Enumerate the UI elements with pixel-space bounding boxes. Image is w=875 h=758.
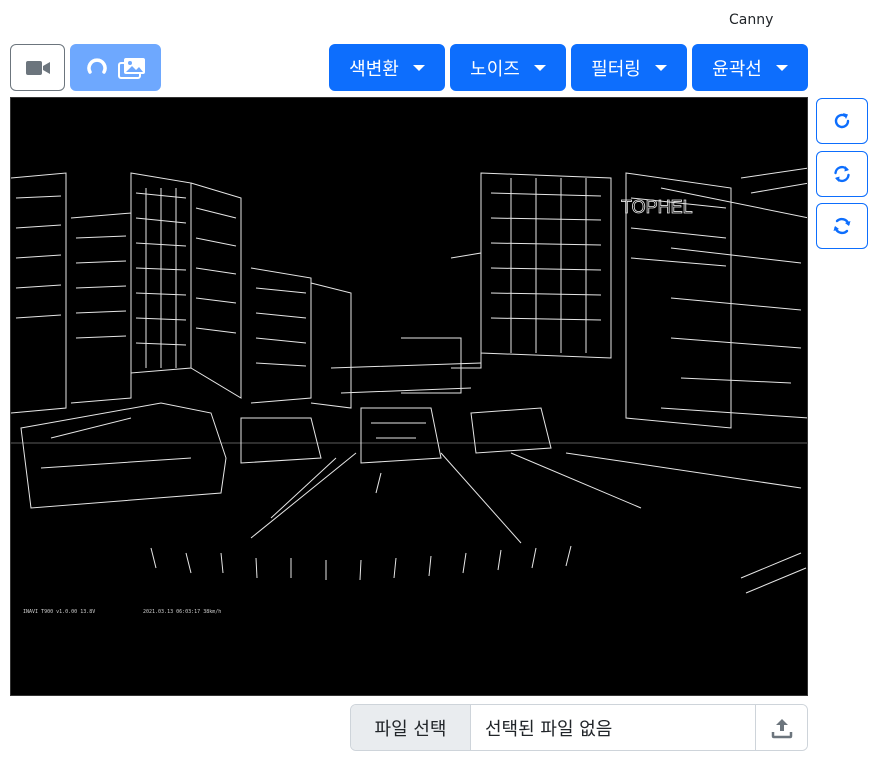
building-sign-text: TOPHEL [621,197,693,217]
contour-dropdown[interactable]: 윤곽선 [692,44,808,91]
file-status-text: 선택된 파일 없음 [485,718,613,740]
image-viewer: INAVI T900 v1.0.00 13.8V 2021.03.13 06:0… [10,97,808,696]
noise-dropdown[interactable]: 노이즈 [450,44,566,91]
arrow-repeat-icon [833,217,851,235]
sync-button[interactable] [816,151,868,197]
filtering-dropdown[interactable]: 필터링 [571,44,687,91]
osd-mid-text: 2021.03.13 06:03:17 38km/h [143,609,221,615]
color-convert-dropdown[interactable]: 색변환 [329,44,445,91]
rotate-button[interactable] [816,98,868,144]
choose-file-button[interactable]: 파일 선택 [351,705,471,750]
file-input-group[interactable]: 파일 선택 선택된 파일 없음 [350,704,808,751]
camera-button[interactable] [10,44,65,91]
edge-image: INAVI T900 v1.0.00 13.8V 2021.03.13 06:0… [11,167,807,615]
sync-icon [834,165,850,183]
dropdown-label: 윤곽선 [712,58,762,80]
dropdown-label: 필터링 [591,58,641,80]
caret-down-icon [412,64,425,71]
dropdown-label: 노이즈 [470,58,520,80]
video-camera-icon [25,60,50,75]
upload-button[interactable] [755,705,807,750]
caret-down-icon [654,64,667,71]
algorithm-label: Canny [729,12,774,28]
gallery-button[interactable] [70,44,161,91]
images-icon [117,57,145,79]
arc-spinner-icon [86,57,107,74]
rotate-clockwise-icon [834,113,850,129]
repeat-button[interactable] [816,203,868,249]
upload-icon [771,718,792,738]
caret-down-icon [533,64,546,71]
caret-down-icon [775,64,788,71]
dropdown-label: 색변환 [349,58,399,80]
osd-left-text: INAVI T900 v1.0.00 13.8V [23,609,95,615]
